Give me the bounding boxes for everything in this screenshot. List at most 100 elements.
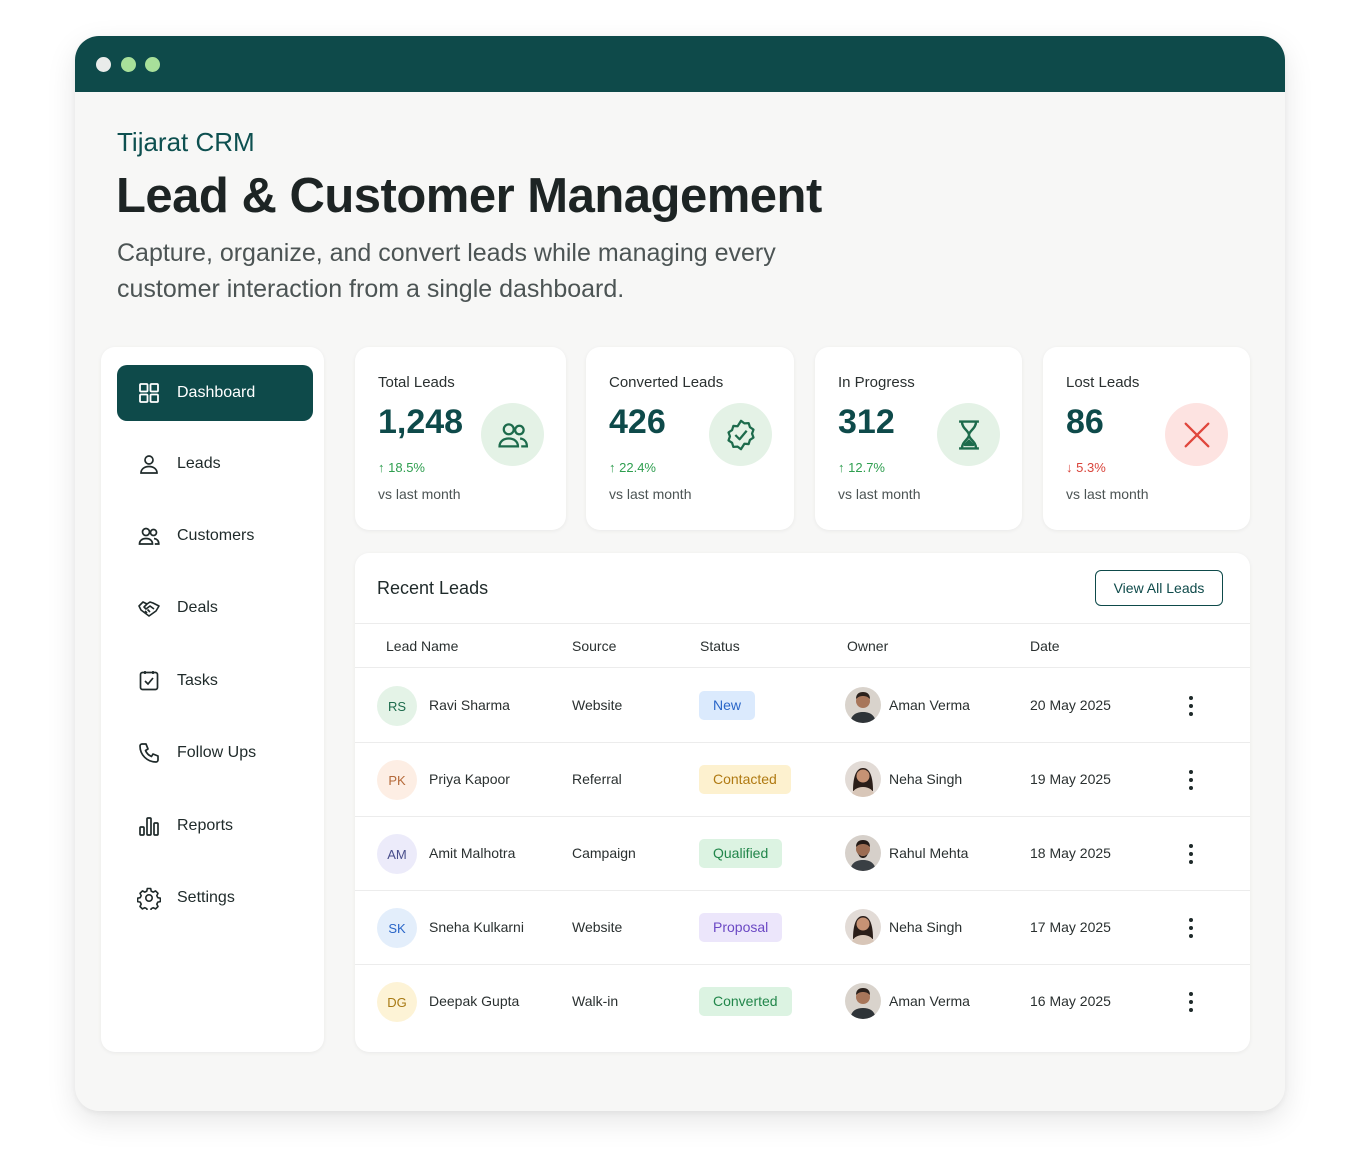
table-row[interactable]: RS Ravi Sharma Website New Aman Verma 20… bbox=[355, 669, 1250, 743]
owner-avatar bbox=[845, 909, 881, 945]
stat-card-lost-leads: Lost Leads 86 ↓ 5.3% vs last month bbox=[1043, 347, 1250, 530]
sidebar-item-reports[interactable]: Reports bbox=[117, 798, 313, 854]
status-badge: Qualified bbox=[699, 839, 783, 868]
status-badge: Converted bbox=[699, 987, 792, 1016]
phone-icon bbox=[139, 743, 159, 763]
stat-card-in-progress: In Progress 312 ↑ 12.7% vs last month bbox=[815, 347, 1022, 530]
owner-name: Aman Verma bbox=[889, 993, 970, 1009]
view-all-leads-button[interactable]: View All Leads bbox=[1095, 570, 1223, 606]
page-subtitle: Capture, organize, and convert leads whi… bbox=[117, 239, 776, 303]
sidebar-item-label: Tasks bbox=[177, 672, 218, 689]
lead-date: 18 May 2025 bbox=[1030, 845, 1111, 861]
lead-initials-avatar: SK bbox=[377, 908, 417, 948]
users-icon bbox=[138, 527, 160, 545]
window-titlebar bbox=[75, 36, 1285, 92]
more-options-icon[interactable] bbox=[1181, 694, 1201, 718]
sidebar-item-label: Deals bbox=[177, 599, 218, 616]
window-dot-3[interactable] bbox=[145, 57, 160, 72]
sidebar-item-customers[interactable]: Customers bbox=[117, 508, 313, 564]
lead-name[interactable]: Ravi Sharma bbox=[429, 697, 510, 713]
status-badge: Proposal bbox=[699, 913, 783, 942]
more-options-icon[interactable] bbox=[1181, 768, 1201, 792]
sidebar-item-deals[interactable]: Deals bbox=[117, 580, 313, 636]
lead-name[interactable]: Amit Malhotra bbox=[429, 845, 515, 861]
gear-icon bbox=[137, 887, 161, 910]
lead-source: Campaign bbox=[572, 845, 636, 861]
window-dot-2[interactable] bbox=[121, 57, 136, 72]
more-options-icon[interactable] bbox=[1181, 990, 1201, 1014]
checkbox-icon bbox=[139, 671, 159, 691]
bar-chart-icon bbox=[139, 817, 159, 836]
sidebar-item-label: Settings bbox=[177, 889, 235, 906]
sidebar-item-label: Follow Ups bbox=[177, 744, 257, 761]
stat-vs-label: vs last month bbox=[838, 486, 921, 502]
panel-title: Recent Leads bbox=[377, 578, 489, 598]
column-header-source[interactable]: Source bbox=[572, 638, 616, 654]
lead-date: 17 May 2025 bbox=[1030, 919, 1111, 935]
stat-value: 1,248 bbox=[378, 403, 464, 441]
sidebar-item-follow-ups[interactable]: Follow Ups bbox=[117, 725, 313, 781]
app-window: Tijarat CRM Lead & Customer Management C… bbox=[75, 36, 1285, 1111]
user-icon bbox=[140, 455, 158, 474]
window-dot-1[interactable] bbox=[96, 57, 111, 72]
stat-value: 312 bbox=[838, 403, 895, 441]
sidebar: Dashboard Leads Customers Deals Tasks Fo… bbox=[101, 347, 324, 1052]
stat-change: ↑ 18.5% bbox=[378, 460, 425, 475]
table-row[interactable]: DG Deepak Gupta Walk-in Converted Aman V… bbox=[355, 965, 1250, 1039]
brand-name: Tijarat CRM bbox=[117, 127, 255, 157]
stat-change: ↑ 12.7% bbox=[838, 460, 885, 475]
column-header-date[interactable]: Date bbox=[1030, 638, 1060, 654]
sidebar-item-label: Leads bbox=[177, 455, 221, 472]
lead-initials-avatar: RS bbox=[377, 686, 417, 726]
hourglass-icon bbox=[937, 403, 1000, 466]
lead-name[interactable]: Deepak Gupta bbox=[429, 993, 519, 1009]
sidebar-item-tasks[interactable]: Tasks bbox=[117, 653, 313, 709]
stat-change: ↑ 22.4% bbox=[609, 460, 656, 475]
handshake-icon bbox=[138, 601, 160, 617]
stat-change: ↓ 5.3% bbox=[1066, 460, 1106, 475]
lead-initials-avatar: PK bbox=[377, 760, 417, 800]
owner-avatar bbox=[845, 687, 881, 723]
sidebar-item-label: Customers bbox=[177, 527, 255, 544]
lead-name[interactable]: Sneha Kulkarni bbox=[429, 919, 524, 935]
x-icon bbox=[1165, 403, 1228, 466]
column-header-owner[interactable]: Owner bbox=[847, 638, 888, 654]
more-options-icon[interactable] bbox=[1181, 842, 1201, 866]
owner-avatar bbox=[845, 761, 881, 797]
lead-date: 16 May 2025 bbox=[1030, 993, 1111, 1009]
more-options-icon[interactable] bbox=[1181, 916, 1201, 940]
lead-source: Website bbox=[572, 697, 623, 713]
sidebar-item-dashboard[interactable]: Dashboard bbox=[117, 365, 313, 421]
stat-label: In Progress bbox=[838, 374, 915, 391]
owner-name: Neha Singh bbox=[889, 771, 963, 787]
lead-date: 19 May 2025 bbox=[1030, 771, 1111, 787]
lead-source: Website bbox=[572, 919, 623, 935]
recent-leads-panel: Recent Leads View All Leads Lead Name So… bbox=[355, 553, 1250, 1052]
column-header-status[interactable]: Status bbox=[700, 638, 740, 654]
status-badge: Contacted bbox=[699, 765, 791, 794]
grid-icon bbox=[139, 383, 159, 403]
users-icon bbox=[481, 403, 544, 466]
lead-date: 20 May 2025 bbox=[1030, 697, 1111, 713]
lead-name[interactable]: Priya Kapoor bbox=[429, 771, 510, 787]
table-row[interactable]: SK Sneha Kulkarni Website Proposal Neha … bbox=[355, 891, 1250, 965]
stat-value: 86 bbox=[1066, 403, 1104, 441]
page-title: Lead & Customer Management bbox=[116, 169, 822, 223]
owner-name: Aman Verma bbox=[889, 697, 970, 713]
stat-label: Converted Leads bbox=[609, 374, 724, 391]
sidebar-item-label: Dashboard bbox=[177, 384, 256, 401]
stat-value: 426 bbox=[609, 403, 666, 441]
arrow-up-icon: ↑ bbox=[609, 460, 620, 475]
status-badge: New bbox=[699, 691, 756, 720]
sidebar-item-settings[interactable]: Settings bbox=[117, 870, 313, 926]
arrow-down-icon: ↓ bbox=[1066, 460, 1077, 475]
table-row[interactable]: PK Priya Kapoor Referral Contacted Neha … bbox=[355, 743, 1250, 817]
owner-avatar bbox=[845, 983, 881, 1019]
table-header: Lead Name Source Status Owner Date bbox=[355, 623, 1250, 668]
arrow-up-icon: ↑ bbox=[838, 460, 849, 475]
stat-vs-label: vs last month bbox=[378, 486, 461, 502]
table-row[interactable]: AM Amit Malhotra Campaign Qualified Rahu… bbox=[355, 817, 1250, 891]
badge-check-icon bbox=[709, 403, 772, 466]
column-header-lead-name[interactable]: Lead Name bbox=[386, 638, 458, 654]
sidebar-item-leads[interactable]: Leads bbox=[117, 436, 313, 492]
